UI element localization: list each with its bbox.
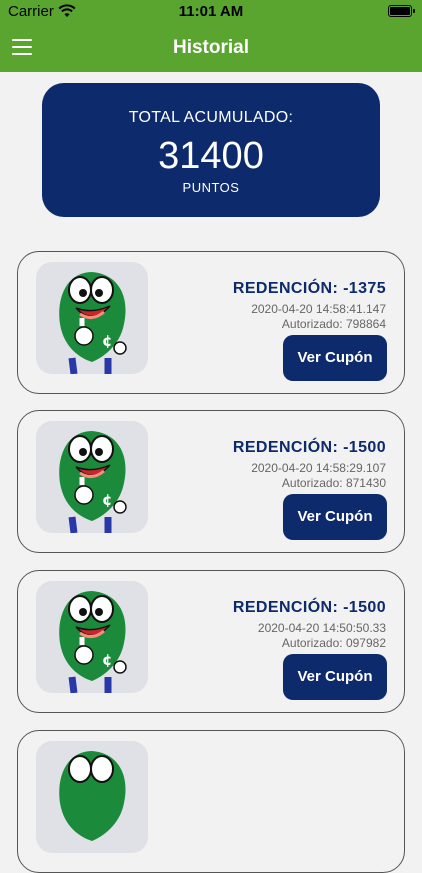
redemption-title: REDENCIÓN: -1500 [232,599,386,616]
authorization-code: Autorizado: 798864 [281,317,386,331]
clock: 11:01 AM [178,3,244,20]
redemption-title: REDENCIÓN: -1375 [232,280,386,297]
redemption-date: 2020-04-20 14:58:29.107 [251,461,386,475]
mascot-image [36,741,148,853]
redemption-date: 2020-04-20 14:50:50.33 [257,621,386,635]
battery-icon [388,5,415,17]
total-unit: PUNTOS [182,180,240,195]
history-record [17,730,405,873]
svg-text:¢: ¢ [102,491,112,509]
record-info: REDENCIÓN: -1500 2020-04-20 14:50:50.33 … [233,599,386,650]
view-coupon-button[interactable]: Ver Cupón [283,335,387,381]
nav-bar: Historial [0,24,422,72]
svg-text:¢: ¢ [102,332,112,350]
redemption-title: REDENCIÓN: -1500 [232,439,386,456]
total-points-card: TOTAL ACUMULADO: 31400 PUNTOS [42,83,380,217]
mascot-image: ¢ [36,581,148,693]
authorization-code: Autorizado: 871430 [281,476,386,490]
record-info: REDENCIÓN: -1500 2020-04-20 14:58:29.107… [233,439,386,490]
history-record: ¢ REDENCIÓN: -1500 2020-04-20 14:50:50.3… [17,570,405,713]
total-label: TOTAL ACUMULADO: [128,109,294,126]
page-title: Historial [172,37,250,58]
history-record: ¢ REDENCIÓN: -1375 2020-04-20 14:58:41.1… [17,251,405,394]
mascot-image: ¢ [36,421,148,533]
total-value: 31400 [158,135,264,177]
mascot-image: ¢ [36,262,148,374]
svg-text:¢: ¢ [102,651,112,669]
status-bar: Carrier 11:01 AM [0,0,422,24]
history-record: ¢ REDENCIÓN: -1500 2020-04-20 14:58:29.1… [17,410,405,553]
view-coupon-button[interactable]: Ver Cupón [283,654,387,700]
authorization-code: Autorizado: 097982 [281,636,386,650]
redemption-date: 2020-04-20 14:58:41.147 [251,302,386,316]
view-coupon-button[interactable]: Ver Cupón [283,494,387,540]
record-info: REDENCIÓN: -1375 2020-04-20 14:58:41.147… [233,280,386,331]
